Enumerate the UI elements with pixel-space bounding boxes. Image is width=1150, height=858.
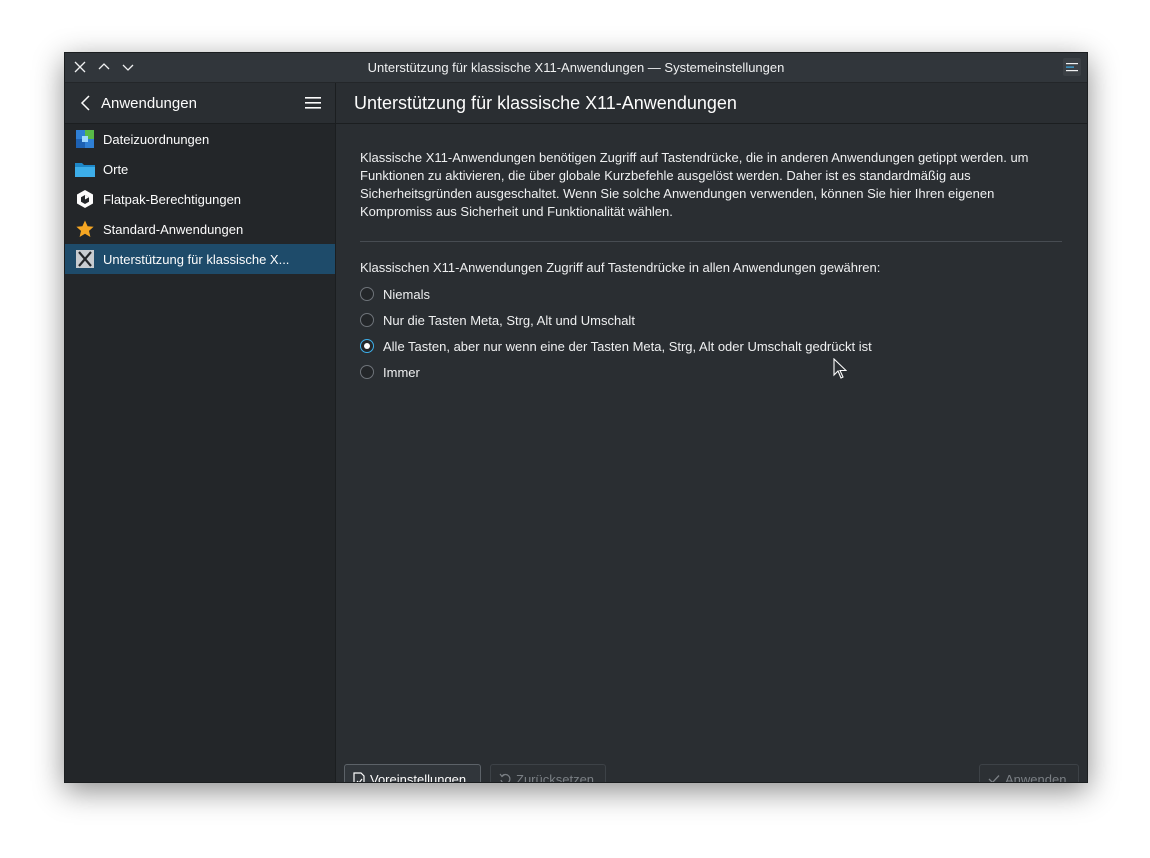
radio-label: Niemals — [383, 286, 430, 302]
mouse-pointer-icon — [833, 357, 848, 385]
checkmark-icon — [988, 774, 1000, 782]
radio-group: Niemals Nur die Tasten Meta, Strg, Alt u… — [360, 281, 872, 385]
main-header: Unterstützung für klassische X11-Anwendu… — [336, 83, 1087, 124]
apply-button-label: Anwenden — [1005, 771, 1067, 783]
title-bar: Unterstützung für klassische X11-Anwendu… — [65, 53, 1087, 83]
sidebar-item-file-associations[interactable]: Dateizuordnungen — [65, 124, 335, 154]
radio-option-never[interactable]: Niemals — [360, 281, 872, 307]
radio-button-checked[interactable] — [360, 339, 374, 353]
sidebar-header: Anwendungen — [65, 83, 335, 124]
defaults-button-label: Voreinstellungen — [370, 771, 467, 783]
window-menu-icon[interactable] — [1063, 58, 1081, 76]
radio-option-modifiers-only[interactable]: Nur die Tasten Meta, Strg, Alt und Umsch… — [360, 307, 872, 333]
radio-option-all-with-modifier[interactable]: Alle Tasten, aber nur wenn eine der Tast… — [360, 333, 872, 359]
sidebar-item-label: Standard-Anwendungen — [103, 221, 244, 237]
back-arrow-icon[interactable] — [77, 94, 95, 112]
sidebar-item-label: Flatpak-Berechtigungen — [103, 191, 242, 207]
sidebar-list: Dateizuordnungen Orte Flatpak-Berechtigu… — [65, 124, 335, 274]
star-icon — [75, 219, 95, 239]
separator — [360, 241, 1062, 242]
hamburger-menu-icon[interactable] — [303, 94, 323, 112]
sidebar-item-x11-support[interactable]: Unterstützung für klassische X... — [65, 244, 335, 274]
sidebar-item-label: Unterstützung für klassische X... — [103, 251, 290, 267]
apply-button[interactable]: Anwenden — [979, 764, 1079, 783]
sidebar-item-default-apps[interactable]: Standard-Anwendungen — [65, 214, 335, 244]
sidebar-item-label: Orte — [103, 161, 129, 177]
reset-button[interactable]: Zurücksetzen — [490, 764, 606, 783]
x11-icon — [75, 249, 95, 269]
flatpak-icon — [75, 189, 95, 209]
window-title: Unterstützung für klassische X11-Anwendu… — [367, 60, 785, 75]
radio-label: Nur die Tasten Meta, Strg, Alt und Umsch… — [383, 312, 635, 328]
question-label: Klassischen X11-Anwendungen Zugriff auf … — [360, 260, 881, 275]
radio-button[interactable] — [360, 287, 374, 301]
settings-window: Unterstützung für klassische X11-Anwendu… — [64, 52, 1088, 783]
radio-button[interactable] — [360, 365, 374, 379]
folder-icon — [75, 159, 95, 179]
sidebar-item-places[interactable]: Orte — [65, 154, 335, 184]
defaults-button[interactable]: Voreinstellungen — [344, 764, 481, 783]
description-text: Klassische X11-Anwendungen benötigen Zug… — [360, 150, 1029, 219]
sidebar-item-label: Dateizuordnungen — [103, 131, 210, 147]
radio-button[interactable] — [360, 313, 374, 327]
document-defaults-icon — [353, 772, 365, 782]
page-title: Unterstützung für klassische X11-Anwendu… — [354, 93, 737, 113]
radio-label: Alle Tasten, aber nur wenn eine der Tast… — [383, 338, 872, 354]
sidebar: Anwendungen Dateizuordnungen Orte Flatpa… — [65, 83, 336, 782]
radio-option-always[interactable]: Immer — [360, 359, 872, 385]
main-panel: Unterstützung für klassische X11-Anwendu… — [336, 83, 1087, 782]
sidebar-title: Anwendungen — [101, 95, 197, 112]
file-associations-icon — [75, 129, 95, 149]
reset-button-label: Zurücksetzen — [516, 771, 595, 783]
radio-label: Immer — [383, 364, 420, 380]
sidebar-item-flatpak[interactable]: Flatpak-Berechtigungen — [65, 184, 335, 214]
undo-icon — [499, 773, 511, 782]
